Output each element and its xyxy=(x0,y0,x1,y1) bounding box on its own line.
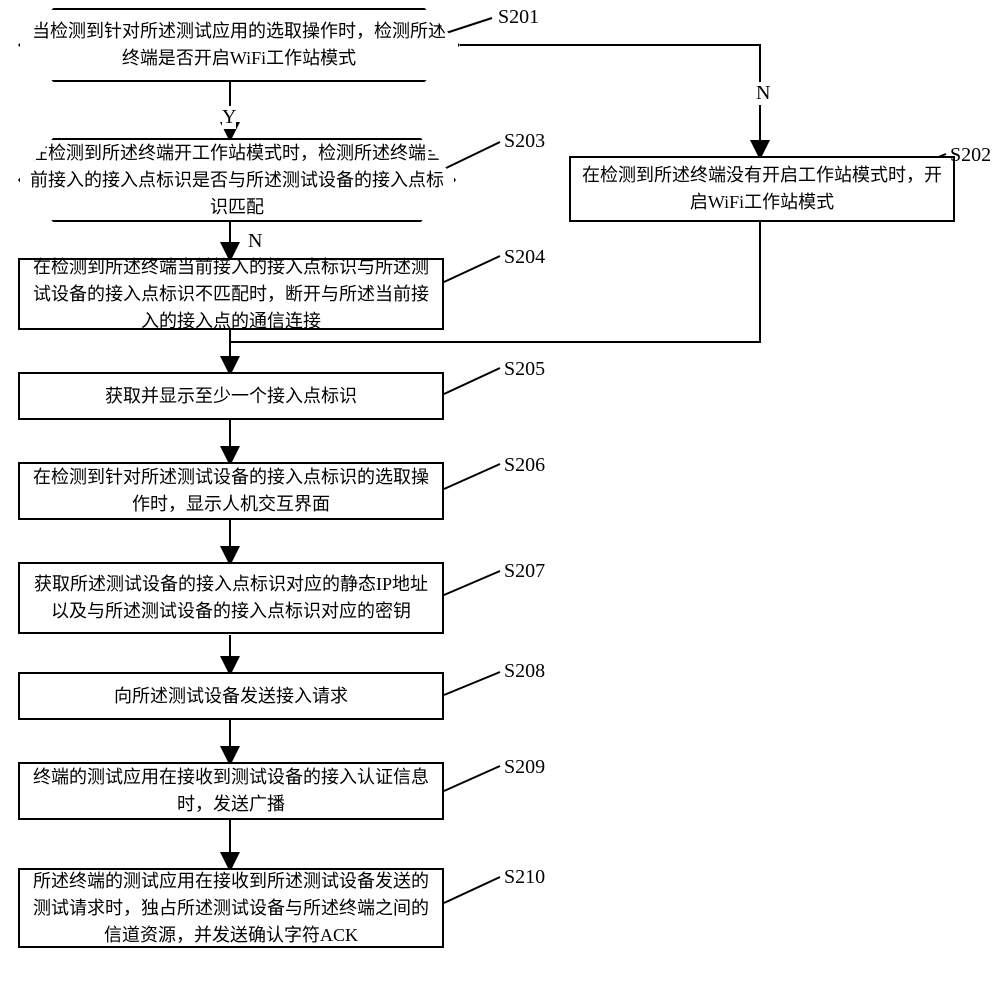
process-s209-text: 终端的测试应用在接收到测试设备的接入认证信息时，发送广播 xyxy=(30,764,432,818)
process-s207: 获取所述测试设备的接入点标识对应的静态IP地址以及与所述测试设备的接入点标识对应… xyxy=(18,562,444,634)
step-id-s207: S207 xyxy=(504,560,545,583)
decision-s201-text: 当检测到针对所述测试应用的选取操作时，检测所述终端是否开启WiFi工作站模式 xyxy=(30,18,448,72)
step-id-s205: S205 xyxy=(504,358,545,381)
branch-yes-s201: Y xyxy=(222,106,236,129)
decision-s203-text: 在检测到所述终端开工作站模式时，检测所述终端当前接入的接入点标识是否与所述测试设… xyxy=(30,140,444,221)
process-s206: 在检测到针对所述测试设备的接入点标识的选取操作时，显示人机交互界面 xyxy=(18,462,444,520)
process-s206-text: 在检测到针对所述测试设备的接入点标识的选取操作时，显示人机交互界面 xyxy=(30,464,432,518)
process-s204-text: 在检测到所述终端当前接入的接入点标识与所述测试设备的接入点标识不匹配时，断开与所… xyxy=(30,254,432,335)
process-s208-text: 向所述测试设备发送接入请求 xyxy=(114,683,348,710)
step-id-s206: S206 xyxy=(504,454,545,477)
step-id-s203: S203 xyxy=(504,130,545,153)
decision-s203: 在检测到所述终端开工作站模式时，检测所述终端当前接入的接入点标识是否与所述测试设… xyxy=(18,138,456,222)
process-s210-text: 所述终端的测试应用在接收到所述测试设备发送的测试请求时，独占所述测试设备与所述终… xyxy=(30,868,432,949)
process-s210: 所述终端的测试应用在接收到所述测试设备发送的测试请求时，独占所述测试设备与所述终… xyxy=(18,868,444,948)
process-s204: 在检测到所述终端当前接入的接入点标识与所述测试设备的接入点标识不匹配时，断开与所… xyxy=(18,258,444,330)
step-id-s209: S209 xyxy=(504,756,545,779)
branch-no-s203: N xyxy=(248,230,262,253)
process-s209: 终端的测试应用在接收到测试设备的接入认证信息时，发送广播 xyxy=(18,762,444,820)
process-s207-text: 获取所述测试设备的接入点标识对应的静态IP地址以及与所述测试设备的接入点标识对应… xyxy=(30,571,432,625)
step-id-s208: S208 xyxy=(504,660,545,683)
step-id-s210: S210 xyxy=(504,866,545,889)
step-id-s201: S201 xyxy=(498,6,539,29)
decision-s201: 当检测到针对所述测试应用的选取操作时，检测所述终端是否开启WiFi工作站模式 xyxy=(18,8,460,82)
step-id-s202: S202 xyxy=(950,144,991,167)
process-s202-text: 在检测到所述终端没有开启工作站模式时，开启WiFi工作站模式 xyxy=(581,162,943,216)
process-s205-text: 获取并显示至少一个接入点标识 xyxy=(105,383,357,410)
process-s202: 在检测到所述终端没有开启工作站模式时，开启WiFi工作站模式 xyxy=(569,156,955,222)
process-s208: 向所述测试设备发送接入请求 xyxy=(18,672,444,720)
process-s205: 获取并显示至少一个接入点标识 xyxy=(18,372,444,420)
branch-no-s201: N xyxy=(756,82,770,105)
step-id-s204: S204 xyxy=(504,246,545,269)
